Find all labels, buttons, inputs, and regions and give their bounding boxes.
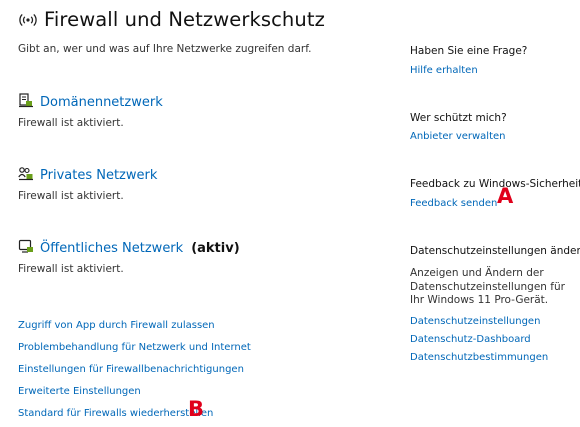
public-network-link[interactable]: Öffentliches Netzwerk (aktiv) — [18, 239, 240, 258]
privacy-statement-link[interactable]: Datenschutzbestimmungen — [410, 352, 548, 363]
privacy-heading: Datenschutzeinstellungen ändern — [410, 245, 580, 257]
private-network-label: Privates Netzwerk — [40, 168, 158, 183]
active-network-badge: (aktiv) — [191, 241, 240, 256]
domain-network-link[interactable]: Domänennetzwerk — [18, 93, 163, 112]
private-network-link[interactable]: Privates Netzwerk — [18, 166, 157, 185]
restore-defaults-link[interactable]: Standard für Firewalls wiederherstellen — [18, 408, 213, 419]
allow-app-link[interactable]: Zugriff von App durch Firewall zulassen — [18, 320, 215, 331]
domain-network-icon — [18, 93, 34, 112]
annotation-marker-a: A — [497, 184, 514, 208]
send-feedback-link[interactable]: Feedback senden — [410, 198, 497, 209]
advanced-settings-link[interactable]: Erweiterte Einstellungen — [18, 386, 141, 397]
page-title: Firewall und Netzwerkschutz — [18, 8, 325, 32]
manage-providers-link[interactable]: Anbieter verwalten — [410, 131, 506, 142]
notification-settings-link[interactable]: Einstellungen für Firewallbenachrichtigu… — [18, 364, 244, 375]
private-network-icon — [18, 166, 34, 185]
annotation-marker-b: B — [188, 397, 205, 421]
feedback-heading: Feedback zu Windows-Sicherheit — [410, 178, 580, 190]
privacy-description: Anzeigen und Ändern der Datenschutzeinst… — [410, 267, 565, 306]
troubleshoot-link[interactable]: Problembehandlung für Netzwerk und Inter… — [18, 342, 251, 353]
domain-network-status: Firewall ist aktiviert. — [18, 117, 124, 129]
page-title-text: Firewall und Netzwerkschutz — [44, 8, 325, 31]
get-help-link[interactable]: Hilfe erhalten — [410, 65, 478, 76]
broadcast-icon — [18, 9, 38, 32]
page-subtitle: Gibt an, wer und was auf Ihre Netzwerke … — [18, 43, 312, 55]
public-network-icon — [18, 239, 34, 258]
question-heading: Haben Sie eine Frage? — [410, 45, 528, 57]
public-network-status: Firewall ist aktiviert. — [18, 263, 124, 275]
protect-heading: Wer schützt mich? — [410, 112, 507, 124]
public-network-label: Öffentliches Netzwerk — [40, 241, 184, 256]
privacy-dashboard-link[interactable]: Datenschutz-Dashboard — [410, 334, 531, 345]
private-network-status: Firewall ist aktiviert. — [18, 190, 124, 202]
privacy-settings-link[interactable]: Datenschutzeinstellungen — [410, 316, 540, 327]
domain-network-label: Domänennetzwerk — [40, 95, 163, 110]
